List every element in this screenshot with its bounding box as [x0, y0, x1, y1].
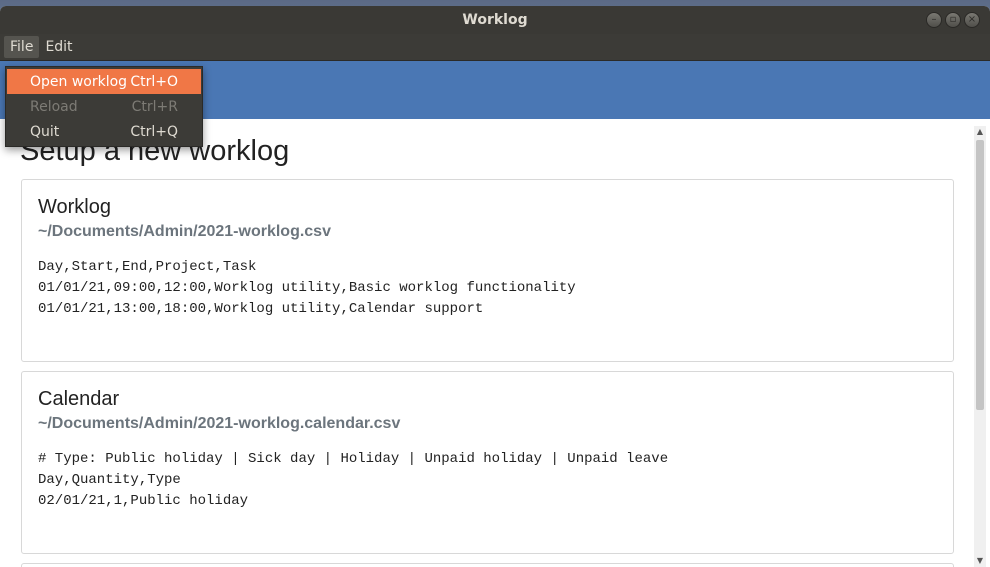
card-title: Worklog: [38, 196, 111, 218]
menu-bar: File Edit: [0, 34, 990, 61]
calendar-card: Calendar ~/Documents/Admin/2021-worklog.…: [21, 371, 954, 554]
window-title: Worklog: [462, 12, 528, 28]
close-button[interactable]: ×: [964, 12, 980, 28]
menu-edit[interactable]: Edit: [39, 36, 78, 58]
next-card: [21, 563, 954, 567]
shortcut-label: Ctrl+R: [131, 98, 178, 115]
file-path: ~/Documents/Admin/2021-worklog.csv: [38, 223, 331, 240]
menu-item-label: Reload: [30, 98, 78, 115]
vertical-scrollbar[interactable]: ▲ ▼: [974, 126, 986, 567]
app-window: Worklog – ▫ × File Edit Setup a new work…: [0, 6, 990, 567]
shortcut-label: Ctrl+Q: [130, 123, 178, 140]
minimize-button[interactable]: –: [926, 12, 942, 28]
file-menu-dropdown: Open worklog Ctrl+O Reload Ctrl+R Quit C…: [5, 66, 203, 147]
title-bar[interactable]: Worklog – ▫ ×: [0, 6, 990, 34]
csv-preview: Day,Start,End,Project,Task 01/01/21,09:0…: [38, 259, 576, 317]
shortcut-label: Ctrl+O: [130, 73, 178, 90]
menu-file[interactable]: File: [4, 36, 40, 58]
csv-preview: # Type: Public holiday | Sick day | Holi…: [38, 451, 669, 509]
file-path: ~/Documents/Admin/2021-worklog.calendar.…: [38, 415, 401, 432]
scroll-down-arrow-icon[interactable]: ▼: [974, 555, 986, 567]
menu-item-reload[interactable]: Reload Ctrl+R: [6, 94, 202, 119]
scroll-up-arrow-icon[interactable]: ▲: [974, 126, 986, 138]
menu-item-label: Open worklog: [30, 73, 128, 90]
card-title: Calendar: [38, 388, 120, 410]
scroll-thumb[interactable]: [976, 140, 984, 410]
menu-item-quit[interactable]: Quit Ctrl+Q: [6, 119, 202, 144]
window-controls: – ▫ ×: [926, 12, 980, 28]
main-content: Setup a new worklog Worklog ~/Documents/…: [0, 119, 972, 567]
maximize-button[interactable]: ▫: [945, 12, 961, 28]
worklog-card: Worklog ~/Documents/Admin/2021-worklog.c…: [21, 179, 954, 362]
menu-item-label: Quit: [30, 123, 60, 140]
menu-item-open-worklog[interactable]: Open worklog Ctrl+O: [7, 69, 201, 94]
